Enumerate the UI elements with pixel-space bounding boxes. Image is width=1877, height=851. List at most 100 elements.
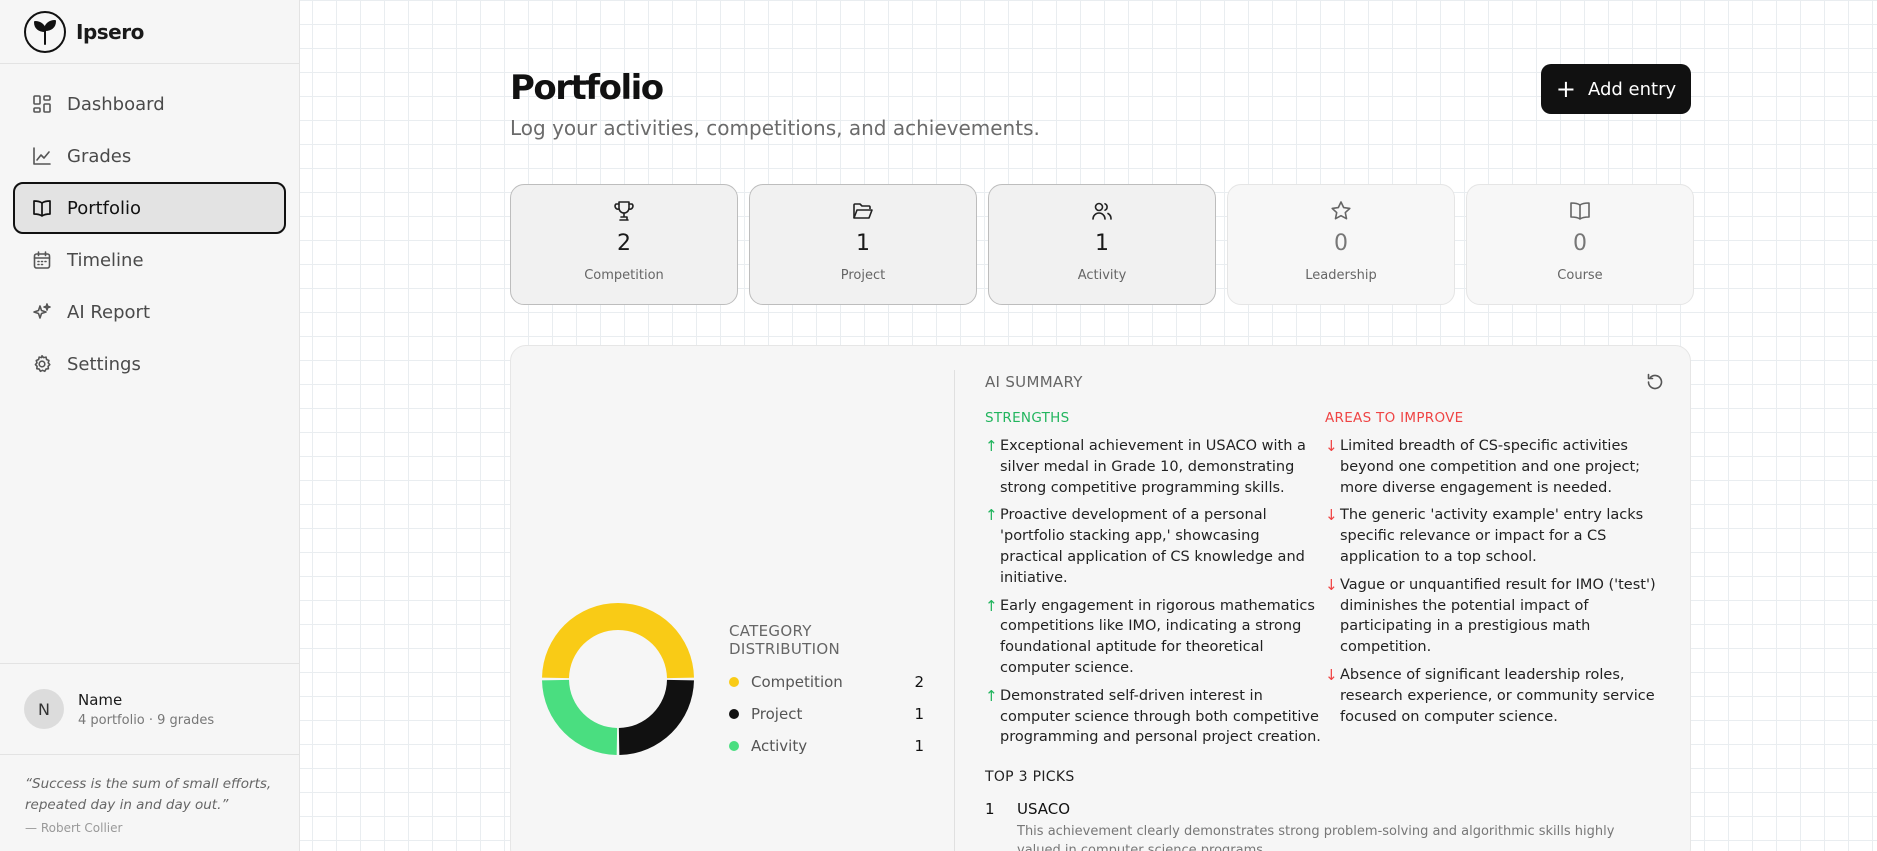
refresh-icon[interactable] — [1645, 372, 1665, 392]
sidebar-item-grades[interactable]: Grades — [13, 130, 286, 182]
improve-item: ↓ Vague or unquantified result for IMO ('… — [1325, 575, 1665, 658]
user-name: Name — [78, 690, 123, 709]
sidebar-item-label: Timeline — [67, 249, 144, 271]
ai-summary: AI SUMMARY STRENGTHS ↑ Exceptional achiev… — [985, 370, 1665, 851]
gear-icon — [31, 353, 53, 375]
page-title: Portfolio — [510, 68, 664, 108]
strength-text: Proactive development of a personal 'por… — [1000, 507, 1305, 586]
stat-label: Project — [840, 268, 886, 283]
improve-text: Limited breadth of CS-specific activitie… — [1340, 438, 1641, 496]
sidebar-item-dashboard[interactable]: Dashboard — [13, 78, 286, 130]
arrow-up-icon: ↑ — [985, 506, 998, 525]
stat-count: 0 — [1334, 231, 1348, 256]
plus-icon: + — [1555, 75, 1576, 103]
donut-slice-competition — [542, 603, 694, 679]
legend-label: Competition — [751, 673, 843, 691]
category-donut-chart — [542, 603, 694, 755]
quote-author: — Robert Collier — [25, 821, 123, 835]
arrow-up-icon: ↑ — [985, 686, 998, 705]
sidebar: Ipsero Dashboard Grades Portfolio Timeli… — [0, 0, 300, 851]
sidebar-item-label: AI Report — [67, 301, 151, 323]
legend-dot — [729, 741, 739, 751]
legend-count: 1 — [914, 705, 924, 723]
folder-open-icon — [851, 199, 875, 223]
stat-count: 1 — [1095, 231, 1109, 256]
trophy-icon — [612, 199, 636, 223]
donut-slice-project — [618, 679, 694, 755]
improve-column: AREAS TO IMPROVE ↓ Limited breadth of CS-… — [1325, 410, 1665, 755]
arrow-down-icon: ↓ — [1325, 506, 1338, 525]
arrow-down-icon: ↓ — [1325, 665, 1338, 684]
quote: “Success is the sum of small efforts, re… — [25, 774, 285, 835]
insights-panel: CATEGORY DISTRIBUTION Competition 2 Proj… — [510, 345, 1691, 851]
legend-count: 2 — [914, 673, 924, 691]
sidebar-nav: Dashboard Grades Portfolio Timeline AI R… — [0, 64, 299, 390]
strength-item: ↑ Early engagement in rigorous mathematic… — [985, 596, 1325, 679]
strength-text: Exceptional achievement in USACO with a … — [1000, 438, 1306, 496]
sidebar-item-settings[interactable]: Settings — [13, 338, 286, 390]
stat-label: Course — [1557, 268, 1603, 283]
sidebar-item-label: Settings — [67, 353, 141, 375]
improve-item: ↓ Absence of significant leadership roles… — [1325, 665, 1665, 727]
stat-count: 1 — [856, 231, 870, 256]
quote-text: “Success is the sum of small efforts, re… — [25, 776, 272, 813]
user-stats: 4 portfolio · 9 grades — [78, 712, 215, 728]
strength-item: ↑ Demonstrated self-driven interest in co… — [985, 686, 1325, 748]
stat-card-competition[interactable]: 2 Competition — [510, 184, 738, 305]
pick-name: USACO — [1017, 800, 1071, 819]
legend-dot — [729, 709, 739, 719]
sparkles-icon — [31, 301, 53, 323]
brand[interactable]: Ipsero — [0, 0, 299, 64]
sidebar-item-label: Dashboard — [67, 93, 165, 115]
legend-count: 1 — [914, 737, 924, 755]
chart-line-icon — [31, 145, 53, 167]
user-profile[interactable]: N Name 4 portfolio · 9 grades — [0, 663, 299, 755]
sprout-logo-icon — [24, 10, 66, 53]
strength-text: Early engagement in rigorous mathematics… — [1000, 597, 1315, 676]
legend-item-competition: Competition 2 — [729, 666, 924, 698]
stat-card-leadership[interactable]: 0 Leadership — [1227, 184, 1455, 305]
pick-rank: 1 — [985, 800, 995, 819]
legend-item-activity: Activity 1 — [729, 730, 924, 762]
stat-card-project[interactable]: 1 Project — [749, 184, 977, 305]
sidebar-item-label: Portfolio — [67, 197, 142, 219]
book-open-icon — [31, 197, 53, 219]
stat-label: Activity — [1077, 268, 1127, 283]
avatar: N — [24, 689, 64, 729]
panel-divider — [954, 370, 955, 851]
donut-slice-activity — [542, 679, 618, 755]
improve-title: AREAS TO IMPROVE — [1325, 410, 1464, 426]
strengths-title: STRENGTHS — [985, 410, 1070, 426]
improve-text: Absence of significant leadership roles,… — [1340, 666, 1655, 725]
strengths-column: STRENGTHS ↑ Exceptional achievement in US… — [985, 410, 1325, 755]
dashboard-icon — [31, 93, 53, 115]
legend-label: Project — [751, 705, 803, 723]
legend-dot — [729, 677, 739, 687]
stat-card-course[interactable]: 0 Course — [1466, 184, 1694, 305]
sidebar-item-portfolio[interactable]: Portfolio — [13, 182, 286, 234]
improve-text: The generic 'activity example' entry lac… — [1340, 507, 1644, 565]
ai-summary-title: AI SUMMARY — [985, 373, 1083, 391]
distribution-title: CATEGORY DISTRIBUTION — [729, 622, 840, 658]
strength-text: Demonstrated self-driven interest in com… — [1000, 687, 1321, 746]
legend-label: Activity — [751, 737, 808, 755]
star-icon — [1329, 199, 1353, 223]
stat-count: 2 — [617, 231, 631, 256]
pick-description: This achievement clearly demonstrates st… — [1017, 824, 1615, 851]
stat-label: Leadership — [1305, 268, 1377, 283]
top-pick-item[interactable]: 1 USACO This achievement clearly demonst… — [985, 800, 1665, 851]
arrow-up-icon: ↑ — [985, 437, 998, 455]
legend-item-project: Project 1 — [729, 698, 924, 730]
stat-card-activity[interactable]: 1 Activity — [988, 184, 1216, 305]
arrow-down-icon: ↓ — [1325, 437, 1338, 455]
app-name: Ipsero — [76, 19, 144, 44]
calendar-icon — [31, 249, 53, 271]
strength-item: ↑ Exceptional achievement in USACO with a… — [985, 436, 1325, 498]
stat-label: Competition — [584, 268, 664, 283]
sidebar-item-timeline[interactable]: Timeline — [13, 234, 286, 286]
book-icon — [1568, 199, 1592, 223]
add-entry-button[interactable]: + Add entry — [1541, 64, 1691, 114]
improve-item: ↓ Limited breadth of CS-specific activiti… — [1325, 436, 1665, 498]
improve-text: Vague or unquantified result for IMO ('t… — [1340, 576, 1656, 656]
sidebar-item-ai-report[interactable]: AI Report — [13, 286, 286, 338]
